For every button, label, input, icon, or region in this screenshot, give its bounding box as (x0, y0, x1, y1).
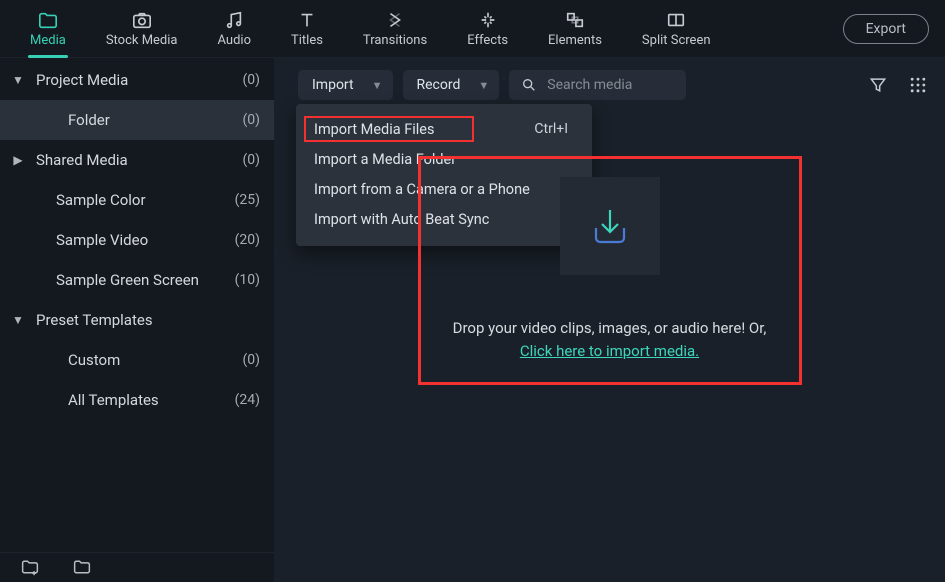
tree-item-sample-green-screen[interactable]: Sample Green Screen (10) (0, 260, 274, 300)
content-panel: Import ▼ Record ▼ (274, 58, 945, 582)
tab-effects[interactable]: Effects (447, 0, 528, 58)
dropzone-text: Drop your video clips, images, or audio … (453, 317, 767, 362)
tree-item-preset-templates[interactable]: ▼ Preset Templates (0, 300, 274, 340)
tab-label: Audio (218, 33, 251, 48)
new-folder-icon[interactable] (20, 558, 40, 578)
sparkle-icon (477, 9, 499, 31)
tab-media[interactable]: Media (10, 0, 86, 58)
tree-count: (0) (242, 352, 260, 368)
tree-label: Folder (68, 111, 242, 129)
tree-count: (25) (235, 192, 260, 208)
tree-item-shared-media[interactable]: ▶ Shared Media (0) (0, 140, 274, 180)
tab-stock-media[interactable]: Stock Media (86, 0, 198, 58)
tree-item-project-media[interactable]: ▼ Project Media (0) (0, 60, 274, 100)
main-area: ▼ Project Media (0) Folder (0) ▶ Shared … (0, 58, 945, 582)
top-tab-bar: Media Stock Media Audio Titles Transitio… (0, 0, 945, 58)
tree-label: Shared Media (36, 151, 242, 169)
swap-icon (384, 9, 406, 31)
chevron-down-icon: ▼ (372, 79, 383, 92)
camera-icon (131, 9, 153, 31)
split-icon (665, 9, 687, 31)
sidebar-footer (0, 552, 274, 582)
tab-titles[interactable]: Titles (271, 0, 343, 58)
tab-label: Stock Media (106, 33, 178, 48)
tab-label: Effects (467, 33, 508, 48)
tree-item-sample-video[interactable]: Sample Video (20) (0, 220, 274, 260)
chevron-right-icon: ▶ (0, 153, 36, 167)
tree-item-sample-color[interactable]: Sample Color (25) (0, 180, 274, 220)
tab-group: Media Stock Media Audio Titles Transitio… (10, 0, 731, 58)
tree-label: Preset Templates (36, 311, 260, 329)
tab-label: Titles (291, 33, 323, 48)
media-tree: ▼ Project Media (0) Folder (0) ▶ Shared … (0, 58, 274, 552)
tree-count: (10) (235, 272, 260, 288)
tab-audio[interactable]: Audio (198, 0, 271, 58)
tab-label: Split Screen (642, 33, 711, 48)
dropzone-highlight: Drop your video clips, images, or audio … (418, 156, 802, 385)
import-media-link[interactable]: Click here to import media. (520, 342, 699, 360)
tab-label: Transitions (363, 33, 427, 48)
import-icon[interactable] (560, 177, 660, 275)
tree-label: Sample Video (56, 231, 235, 249)
tab-elements[interactable]: Elements (528, 0, 622, 58)
grid-view-icon[interactable] (907, 74, 929, 96)
content-toolbar: Import ▼ Record ▼ (274, 58, 945, 104)
record-label: Record (417, 77, 461, 93)
tree-label: Sample Green Screen (56, 271, 235, 289)
tab-split-screen[interactable]: Split Screen (622, 0, 731, 58)
tree-item-all-templates[interactable]: All Templates (24) (0, 380, 274, 420)
sidebar: ▼ Project Media (0) Folder (0) ▶ Shared … (0, 58, 274, 582)
folder-icon[interactable] (72, 558, 92, 578)
tree-count: (0) (242, 72, 260, 88)
tab-transitions[interactable]: Transitions (343, 0, 447, 58)
text-icon (296, 9, 318, 31)
tab-label: Media (30, 33, 66, 48)
folder-icon (37, 9, 59, 31)
search-input[interactable] (547, 77, 674, 93)
export-button[interactable]: Export (843, 14, 929, 44)
tree-count: (24) (235, 392, 260, 408)
chevron-down-icon: ▼ (0, 73, 36, 87)
chevron-down-icon: ▼ (478, 79, 489, 92)
tree-count: (0) (242, 112, 260, 128)
tree-label: Custom (68, 351, 242, 369)
chevron-down-icon: ▼ (0, 313, 36, 327)
search-box[interactable] (509, 70, 686, 100)
import-dropdown[interactable]: Import ▼ (298, 70, 393, 100)
tree-label: Project Media (36, 71, 242, 89)
tree-count: (0) (242, 152, 260, 168)
filter-icon[interactable] (867, 74, 889, 96)
dropzone-line1: Drop your video clips, images, or audio … (453, 319, 767, 337)
tree-item-folder[interactable]: Folder (0) (0, 100, 274, 140)
record-dropdown[interactable]: Record ▼ (403, 70, 500, 100)
dropzone-area: Drop your video clips, images, or audio … (274, 104, 945, 582)
shapes-icon (564, 9, 586, 31)
music-icon (223, 9, 245, 31)
search-icon (521, 77, 537, 93)
import-label: Import (312, 77, 354, 93)
tab-label: Elements (548, 33, 602, 48)
tree-label: All Templates (68, 391, 235, 409)
tree-label: Sample Color (56, 191, 235, 209)
tree-item-custom[interactable]: Custom (0) (0, 340, 274, 380)
tree-count: (20) (235, 232, 260, 248)
